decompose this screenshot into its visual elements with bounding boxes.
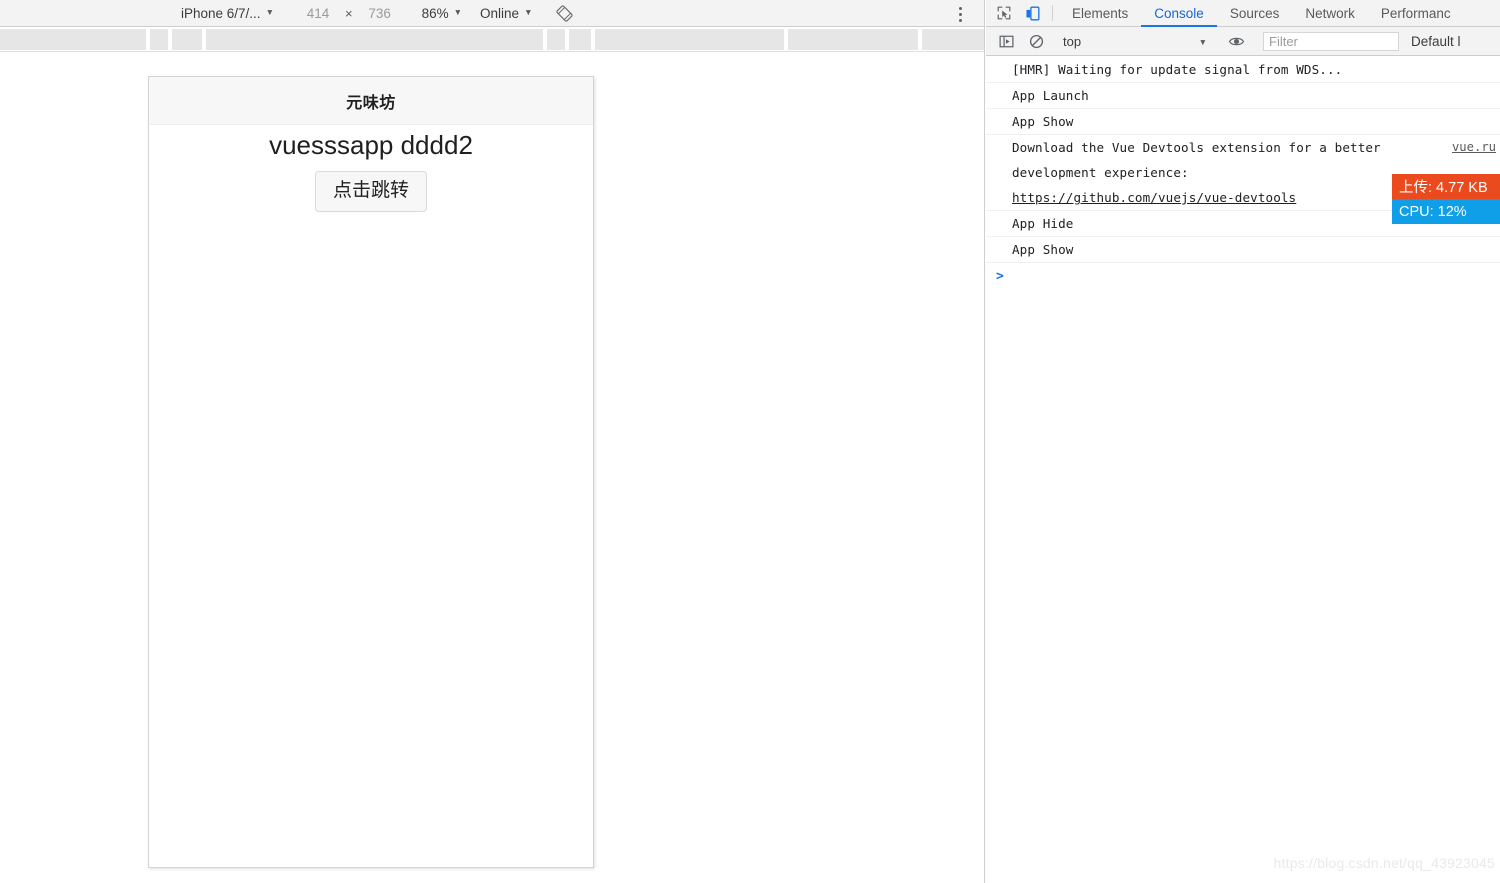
console-row[interactable]: App Launch xyxy=(986,83,1500,109)
chevron-down-icon: ▼ xyxy=(453,7,463,17)
app-header: 元味坊 xyxy=(149,77,593,125)
upload-badge: 上传: 4.77 KB xyxy=(1392,174,1500,199)
more-options-icon[interactable] xyxy=(950,4,970,24)
device-height-input[interactable]: 736 xyxy=(357,6,403,21)
tab-network[interactable]: Network xyxy=(1292,1,1368,27)
performance-overlay: 上传: 4.77 KB CPU: 12% xyxy=(1392,174,1500,224)
throttling-selector-label: Online xyxy=(480,5,520,21)
cpu-badge: CPU: 12% xyxy=(1392,199,1500,224)
clear-console-icon[interactable] xyxy=(1022,34,1050,49)
prompt-caret-icon: > xyxy=(996,268,1004,284)
device-selector[interactable]: iPhone 6/7/... ▼ xyxy=(178,3,277,24)
device-width-input[interactable]: 414 xyxy=(295,6,341,21)
watermark: https://blog.csdn.net/qq_43923045 xyxy=(1273,855,1495,871)
console-filter-input[interactable] xyxy=(1263,31,1399,51)
console-context-selector[interactable]: top ▼ xyxy=(1055,31,1215,52)
page-title: 元味坊 xyxy=(346,94,396,112)
console-message-text: Download the Vue Devtools extension for … xyxy=(986,135,1452,210)
viewport-ruler xyxy=(0,27,984,52)
device-viewport[interactable]: 元味坊 vuesssapp dddd2 点击跳转 xyxy=(148,76,594,868)
tab-elements[interactable]: Elements xyxy=(1059,1,1141,27)
console-toolbar: top ▼ Default l xyxy=(986,27,1500,56)
inspect-element-icon[interactable] xyxy=(990,0,1018,26)
console-row[interactable]: App Show xyxy=(986,109,1500,135)
console-context-label: top xyxy=(1063,33,1082,49)
console-prompt[interactable]: > xyxy=(986,263,1500,289)
console-message-text: App Show xyxy=(1012,114,1074,129)
console-message-text: App Show xyxy=(1012,242,1074,257)
app-message-text: vuesssapp dddd2 xyxy=(269,130,473,160)
tab-console[interactable]: Console xyxy=(1141,1,1217,27)
devtools-panel: Elements Console Sources Network Perform… xyxy=(986,0,1500,883)
zoom-selector-label: 86% xyxy=(421,5,449,21)
tab-performance[interactable]: Performanc xyxy=(1368,1,1464,27)
console-row[interactable]: App Show xyxy=(986,237,1500,263)
tab-sources[interactable]: Sources xyxy=(1217,1,1293,27)
console-row[interactable]: [HMR] Waiting for update signal from WDS… xyxy=(986,57,1500,83)
chevron-down-icon: ▼ xyxy=(524,7,533,17)
screen-root: iPhone 6/7/... ▼ 414 × 736 86% ▼ Online … xyxy=(0,0,1500,883)
jump-button[interactable]: 点击跳转 xyxy=(314,171,427,213)
throttling-selector[interactable]: Online ▼ xyxy=(477,3,535,24)
console-message-text: App Launch xyxy=(1012,88,1089,103)
live-expression-eye-icon[interactable] xyxy=(1222,33,1250,50)
device-selector-label: iPhone 6/7/... xyxy=(181,5,261,21)
console-sidebar-icon[interactable] xyxy=(992,34,1020,49)
console-levels-selector[interactable]: Default l xyxy=(1411,34,1461,49)
vue-devtools-link[interactable]: https://github.com/vuejs/vue-devtools xyxy=(1012,190,1296,205)
app-content: vuesssapp dddd2 点击跳转 xyxy=(149,125,593,213)
console-message-text: [HMR] Waiting for update signal from WDS… xyxy=(1012,62,1343,77)
chevron-down-icon: ▼ xyxy=(1198,36,1207,47)
rotate-device-icon[interactable] xyxy=(551,2,577,24)
toolbar-divider xyxy=(1052,5,1053,21)
chevron-down-icon: ▼ xyxy=(265,7,274,17)
dimension-separator: × xyxy=(344,5,353,21)
toggle-device-toolbar-icon[interactable] xyxy=(1018,0,1046,26)
device-emulation-toolbar: iPhone 6/7/... ▼ 414 × 736 86% ▼ Online … xyxy=(0,0,984,27)
console-message-body: Download the Vue Devtools extension for … xyxy=(1012,140,1381,180)
zoom-selector[interactable]: 86% ▼ xyxy=(419,3,465,24)
console-source-link[interactable]: vue.ru xyxy=(1452,135,1500,160)
device-emulation-pane: iPhone 6/7/... ▼ 414 × 736 86% ▼ Online … xyxy=(0,0,985,883)
devtools-tabbar: Elements Console Sources Network Perform… xyxy=(986,0,1500,27)
